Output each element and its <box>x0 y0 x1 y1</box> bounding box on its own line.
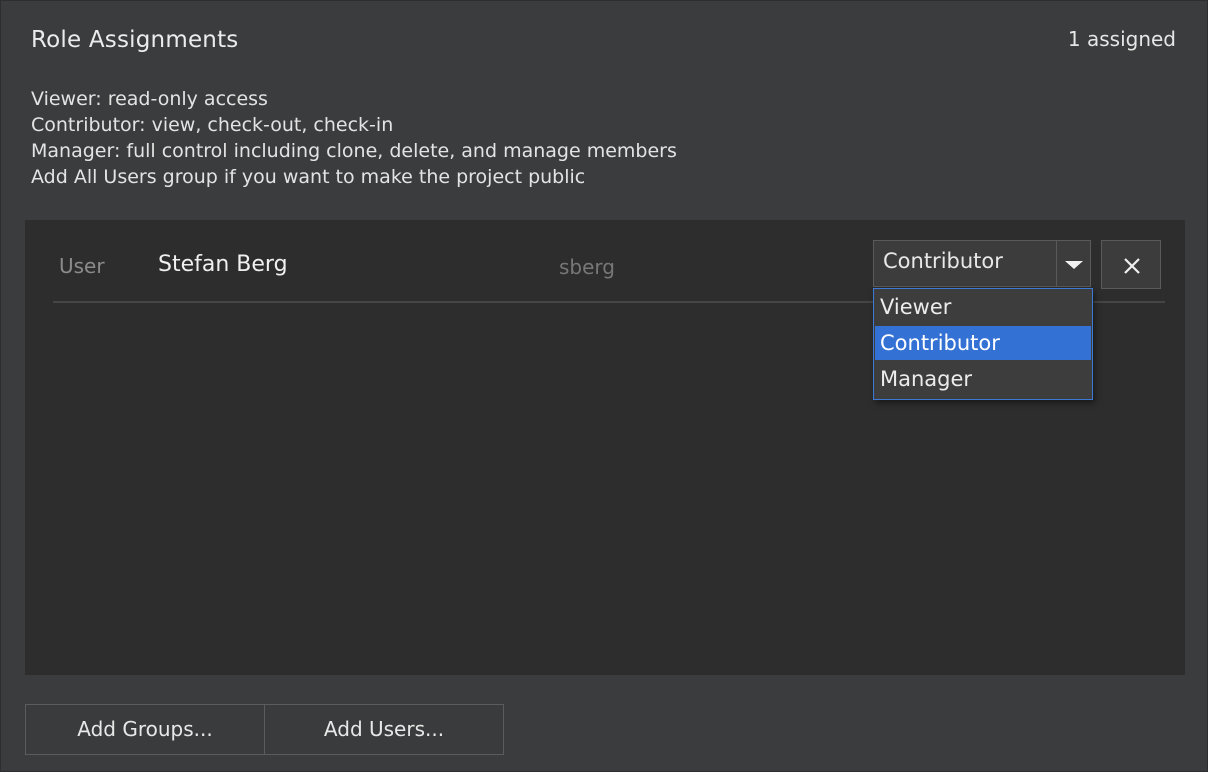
role-dropdown-menu: Viewer Contributor Manager <box>873 288 1093 400</box>
description-line-manager: Manager: full control including clone, d… <box>31 140 677 162</box>
remove-assignment-button[interactable] <box>1101 240 1161 289</box>
role-description: Viewer: read-only access Contributor: vi… <box>31 86 677 190</box>
principal-login: sberg <box>559 255 615 279</box>
add-users-button[interactable]: Add Users... <box>264 704 504 755</box>
description-line-contributor: Contributor: view, check-out, check-in <box>31 114 394 136</box>
section-title: Role Assignments <box>31 27 239 53</box>
add-groups-button[interactable]: Add Groups... <box>25 704 265 755</box>
role-option-viewer[interactable]: Viewer <box>875 290 1091 324</box>
role-option-contributor[interactable]: Contributor <box>875 326 1091 360</box>
principal-type-label: User <box>59 254 105 278</box>
role-select[interactable]: Contributor <box>873 240 1091 287</box>
close-icon <box>1124 258 1140 274</box>
description-line-all-users: Add All Users group if you want to make … <box>31 166 586 188</box>
chevron-down-icon[interactable] <box>1056 241 1090 286</box>
role-assignments-panel: Role Assignments 1 assigned Viewer: read… <box>0 0 1208 772</box>
description-line-viewer: Viewer: read-only access <box>31 88 268 110</box>
role-select-value: Contributor <box>883 249 1003 273</box>
role-option-manager[interactable]: Manager <box>875 362 1091 396</box>
assigned-count: 1 assigned <box>1067 27 1176 51</box>
principal-name: Stefan Berg <box>158 252 288 277</box>
